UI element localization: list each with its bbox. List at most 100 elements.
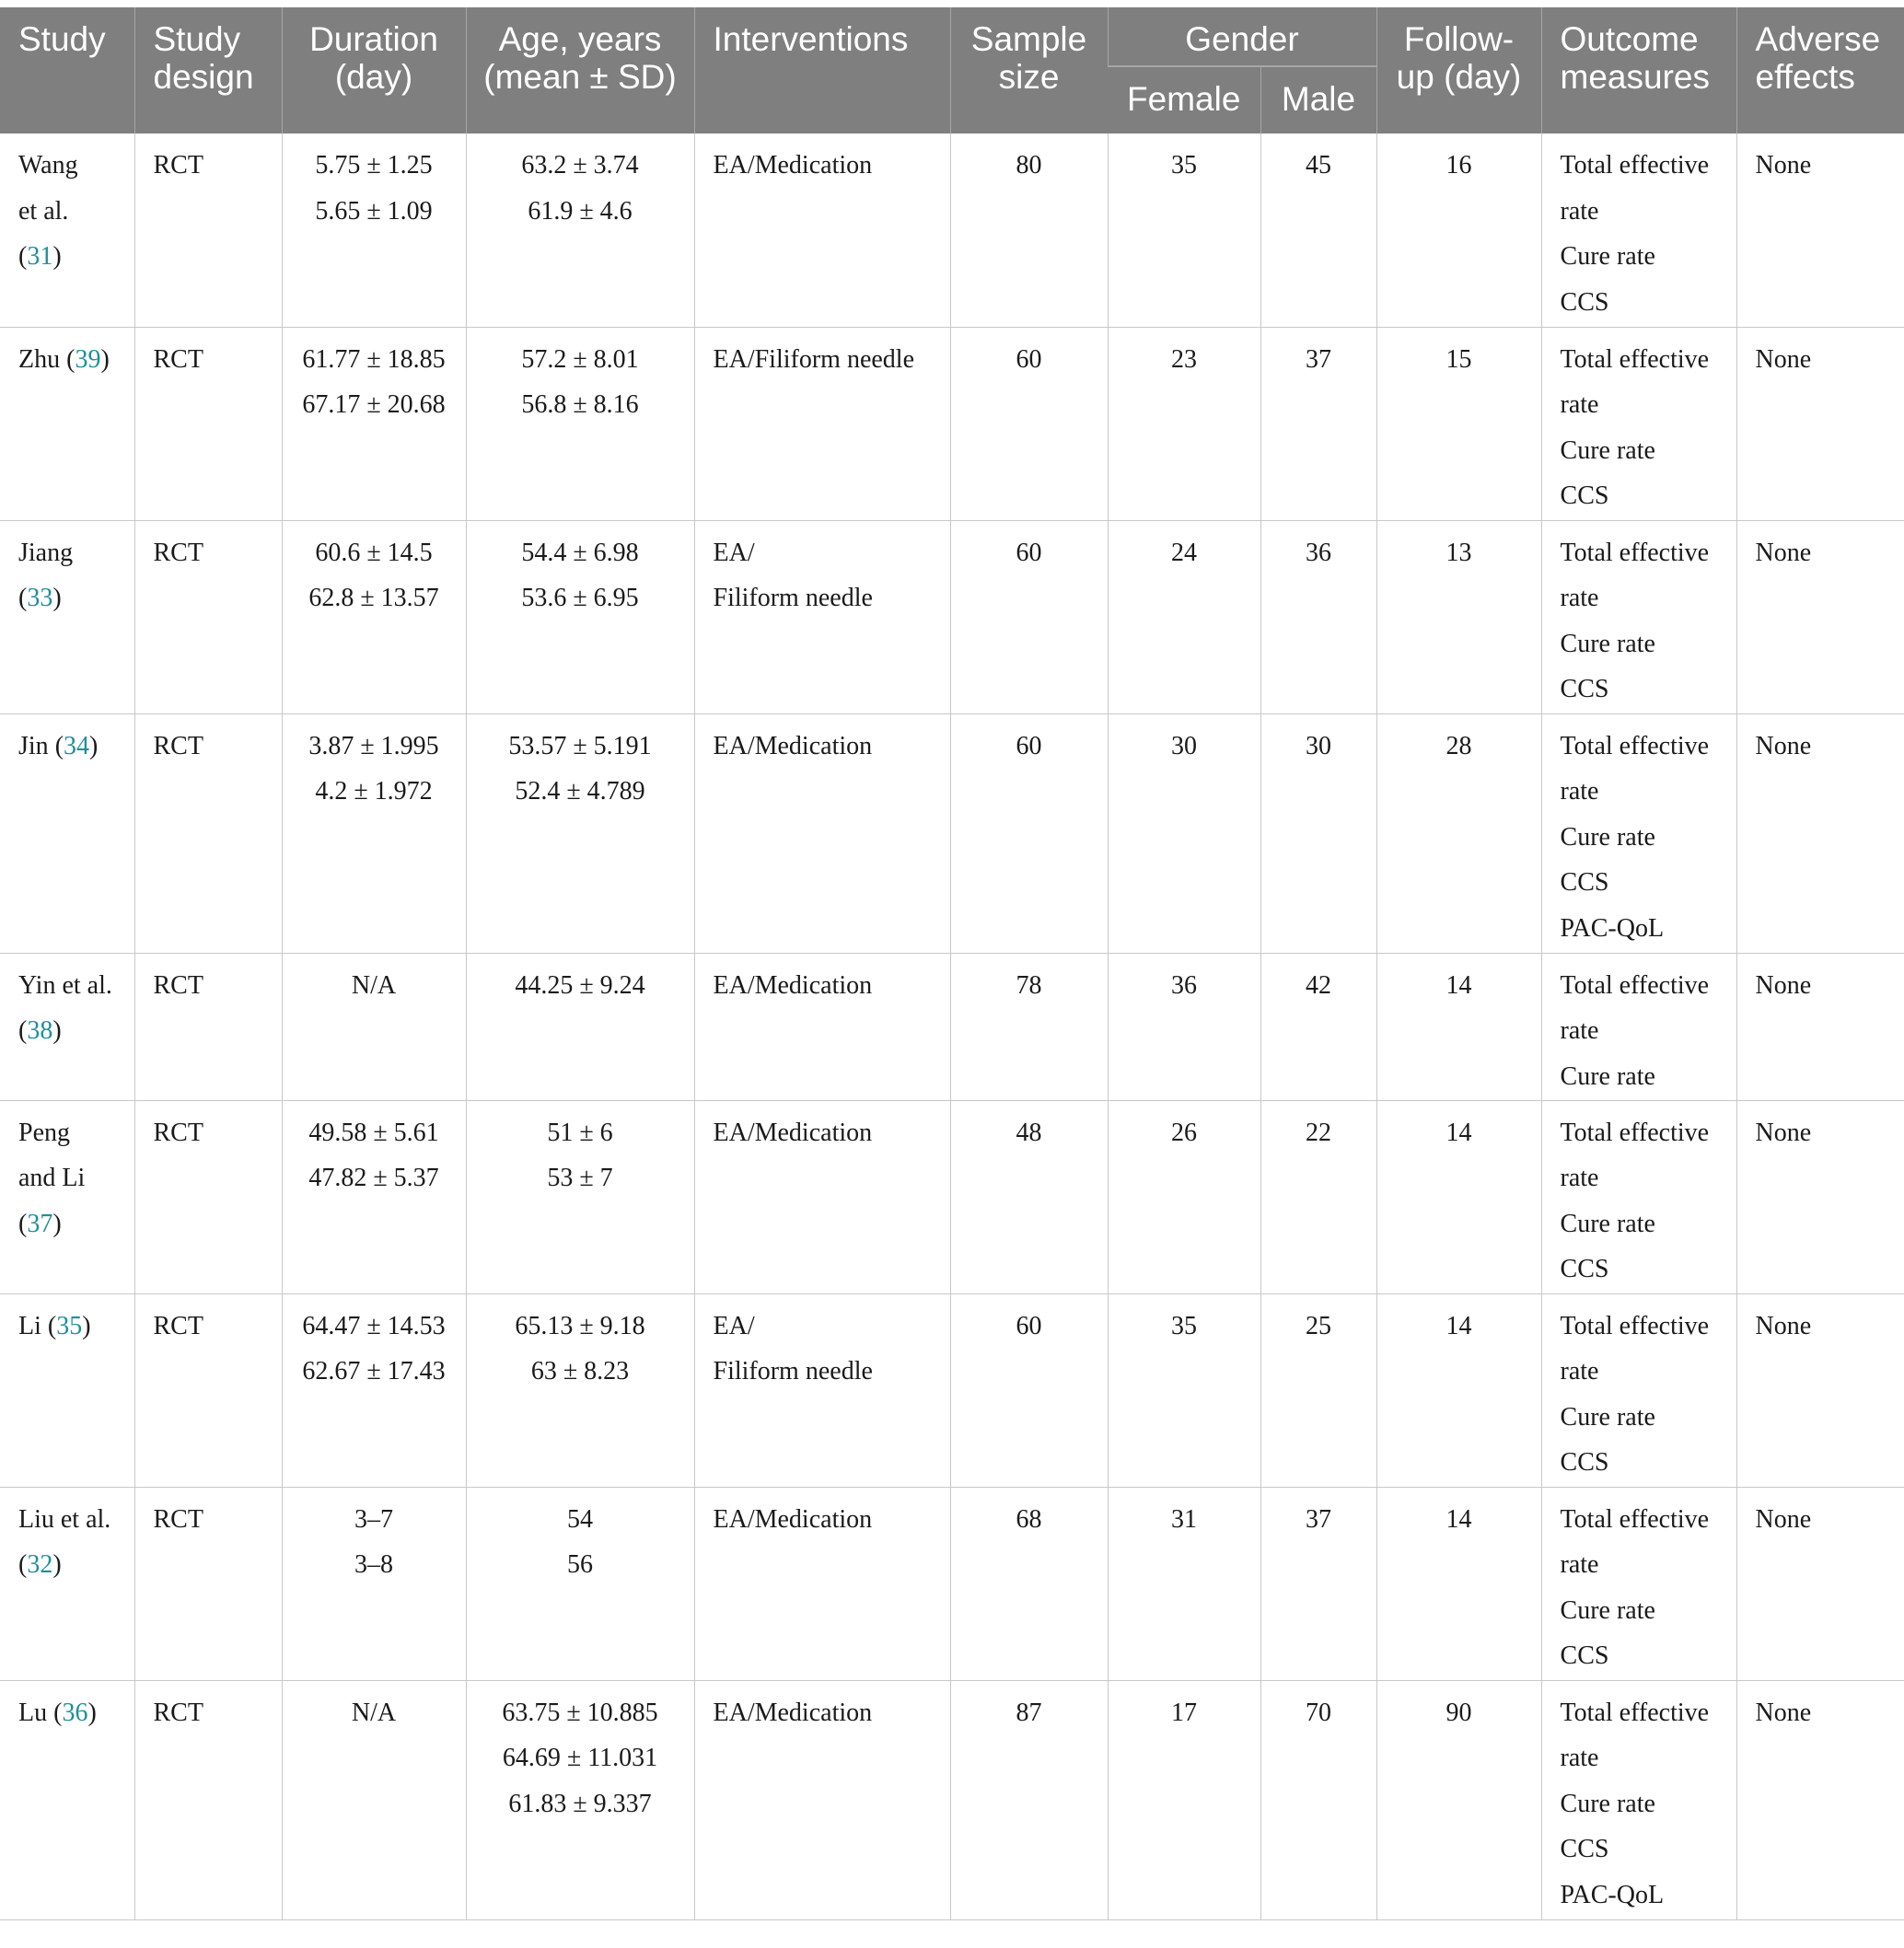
outcome-measure: rate	[1560, 390, 1599, 419]
outcome-measure: rate	[1560, 1164, 1599, 1192]
cell-outcome-measures: Total effective rate Cure rate CCS	[1540, 1487, 1737, 1681]
outcome-measure: Total effective	[1560, 151, 1710, 180]
table-row: Li (35) RCT 64.47 ± 14.53 62.67 ± 17.43 65.1…	[0, 1293, 1904, 1488]
outcome-measure: CCS	[1560, 1641, 1609, 1670]
age-value: 56	[567, 1550, 593, 1579]
cell-adverse-effects: None	[1736, 327, 1904, 521]
cell-male: 22	[1260, 1100, 1377, 1294]
age-value: 54.4 ± 6.98	[521, 538, 639, 567]
outcome-measure: CCS	[1560, 481, 1609, 510]
duration-value: 3.87 ± 1.995	[308, 731, 439, 760]
cell-duration: N/A	[281, 1680, 466, 1920]
cell-study-design: RCT	[134, 1100, 282, 1294]
intervention-value: EA/Medication	[713, 151, 873, 180]
cell-male: 42	[1260, 953, 1377, 1101]
cell-interventions: EA/Medication	[693, 1487, 950, 1681]
study-reference: (31)	[18, 234, 123, 280]
intervention-value: EA/	[713, 538, 755, 567]
cell-adverse-effects: None	[1736, 1100, 1904, 1294]
follow-up-value: 28	[1445, 731, 1472, 760]
outcome-measure: rate	[1560, 777, 1599, 806]
duration-value: 61.77 ± 18.85	[302, 344, 446, 374]
male-count: 30	[1306, 731, 1331, 760]
cell-study-design: RCT	[134, 1487, 282, 1681]
study-reference: (37)	[18, 1201, 123, 1247]
intervention-value: Filiform needle	[713, 584, 873, 612]
intervention-value: EA/	[713, 1311, 755, 1340]
cell-male: 45	[1260, 133, 1377, 328]
reference-link: 31	[27, 242, 53, 271]
cell-follow-up: 14	[1376, 1293, 1542, 1488]
study-design-value: RCT	[153, 1504, 203, 1534]
study-name: Jin	[18, 731, 49, 760]
follow-up-value: 15	[1445, 344, 1472, 374]
outcome-measure: PAC-QoL	[1560, 1880, 1665, 1909]
reference-link: 36	[62, 1698, 88, 1727]
male-count: 42	[1306, 970, 1331, 1000]
cell-adverse-effects: None	[1736, 1293, 1904, 1488]
female-count: 35	[1171, 1311, 1197, 1340]
cell-adverse-effects: None	[1736, 713, 1904, 954]
cell-duration: N/A	[281, 953, 466, 1101]
sample-size-value: 68	[1016, 1504, 1042, 1534]
intervention-value: EA/Medication	[713, 1118, 873, 1147]
outcome-measure: rate	[1560, 196, 1599, 226]
reference-open: (	[41, 1311, 57, 1340]
age-value: 53 ± 7	[547, 1164, 613, 1192]
intervention-value: EA/Medication	[713, 970, 873, 1000]
study-design-value: RCT	[153, 1118, 203, 1147]
duration-value: 49.58 ± 5.61	[308, 1118, 439, 1147]
cell-duration: 3–7 3–8	[281, 1487, 466, 1681]
cell-interventions: EA/Filiform needle	[693, 327, 950, 521]
cell-age: 44.25 ± 9.24	[465, 953, 694, 1101]
sample-size-value: 80	[1016, 151, 1042, 180]
intervention-value: EA/Medication	[713, 731, 873, 760]
age-value: 56.8 ± 8.16	[521, 390, 639, 419]
header-study-design: Study design	[134, 7, 282, 133]
duration-value: 67.17 ± 20.68	[302, 390, 446, 419]
cell-sample-size: 60	[949, 713, 1108, 954]
duration-value: N/A	[351, 970, 397, 1000]
female-count: 35	[1171, 151, 1197, 180]
duration-value: N/A	[351, 1698, 397, 1727]
reference-close: )	[87, 1698, 97, 1727]
reference-open: (	[18, 1550, 28, 1579]
duration-value: 3–8	[354, 1550, 393, 1579]
cell-female: 35	[1107, 1293, 1260, 1488]
female-count: 31	[1171, 1504, 1197, 1534]
cell-study-design: RCT	[134, 133, 282, 328]
cell-outcome-measures: Total effective rate Cure rate CCS	[1540, 1100, 1737, 1294]
cell-sample-size: 80	[949, 133, 1108, 328]
duration-value: 62.67 ± 17.43	[302, 1357, 446, 1386]
outcome-measure: CCS	[1560, 675, 1609, 703]
cell-duration: 3.87 ± 1.995 4.2 ± 1.972	[281, 713, 466, 954]
cell-interventions: EA/Medication	[693, 1680, 950, 1920]
cell-age: 53.57 ± 5.191 52.4 ± 4.789	[465, 713, 694, 954]
age-value: 53.57 ± 5.191	[508, 731, 652, 760]
table-header: Study Study design Duration (day) Age, yea…	[0, 7, 1904, 133]
cell-sample-size: 48	[949, 1100, 1108, 1294]
study-characteristics-table: Study Study design Duration (day) Age, yea…	[0, 7, 1904, 1920]
reference-link: 33	[27, 584, 53, 612]
age-value: 65.13 ± 9.18	[515, 1311, 645, 1340]
cell-sample-size: 78	[949, 953, 1108, 1101]
cell-interventions: EA/Medication	[693, 953, 950, 1101]
outcome-measure: Total effective	[1560, 970, 1710, 1000]
cell-age: 54.4 ± 6.98 53.6 ± 6.95	[465, 520, 694, 714]
header-female: Female	[1108, 66, 1260, 133]
cell-follow-up: 90	[1376, 1680, 1542, 1920]
cell-outcome-measures: Total effective rate Cure rate CCS	[1540, 327, 1737, 521]
header-study: Study	[0, 7, 134, 133]
cell-sample-size: 60	[949, 1293, 1108, 1488]
header-adverse-effects: Adverse effects	[1736, 7, 1904, 133]
cell-female: 17	[1107, 1680, 1260, 1920]
header-duration: Duration (day)	[281, 7, 466, 133]
outcome-measure: rate	[1560, 1744, 1599, 1772]
study-design-value: RCT	[153, 1311, 203, 1340]
outcome-measure: CCS	[1560, 287, 1609, 317]
cell-duration: 5.75 ± 1.25 5.65 ± 1.09	[281, 133, 466, 328]
outcome-measure: rate	[1560, 584, 1599, 612]
study-reference: Lu (36)	[18, 1690, 123, 1736]
cell-study: Yin et al. (38)	[0, 953, 134, 1101]
study-design-value: RCT	[153, 970, 203, 1000]
